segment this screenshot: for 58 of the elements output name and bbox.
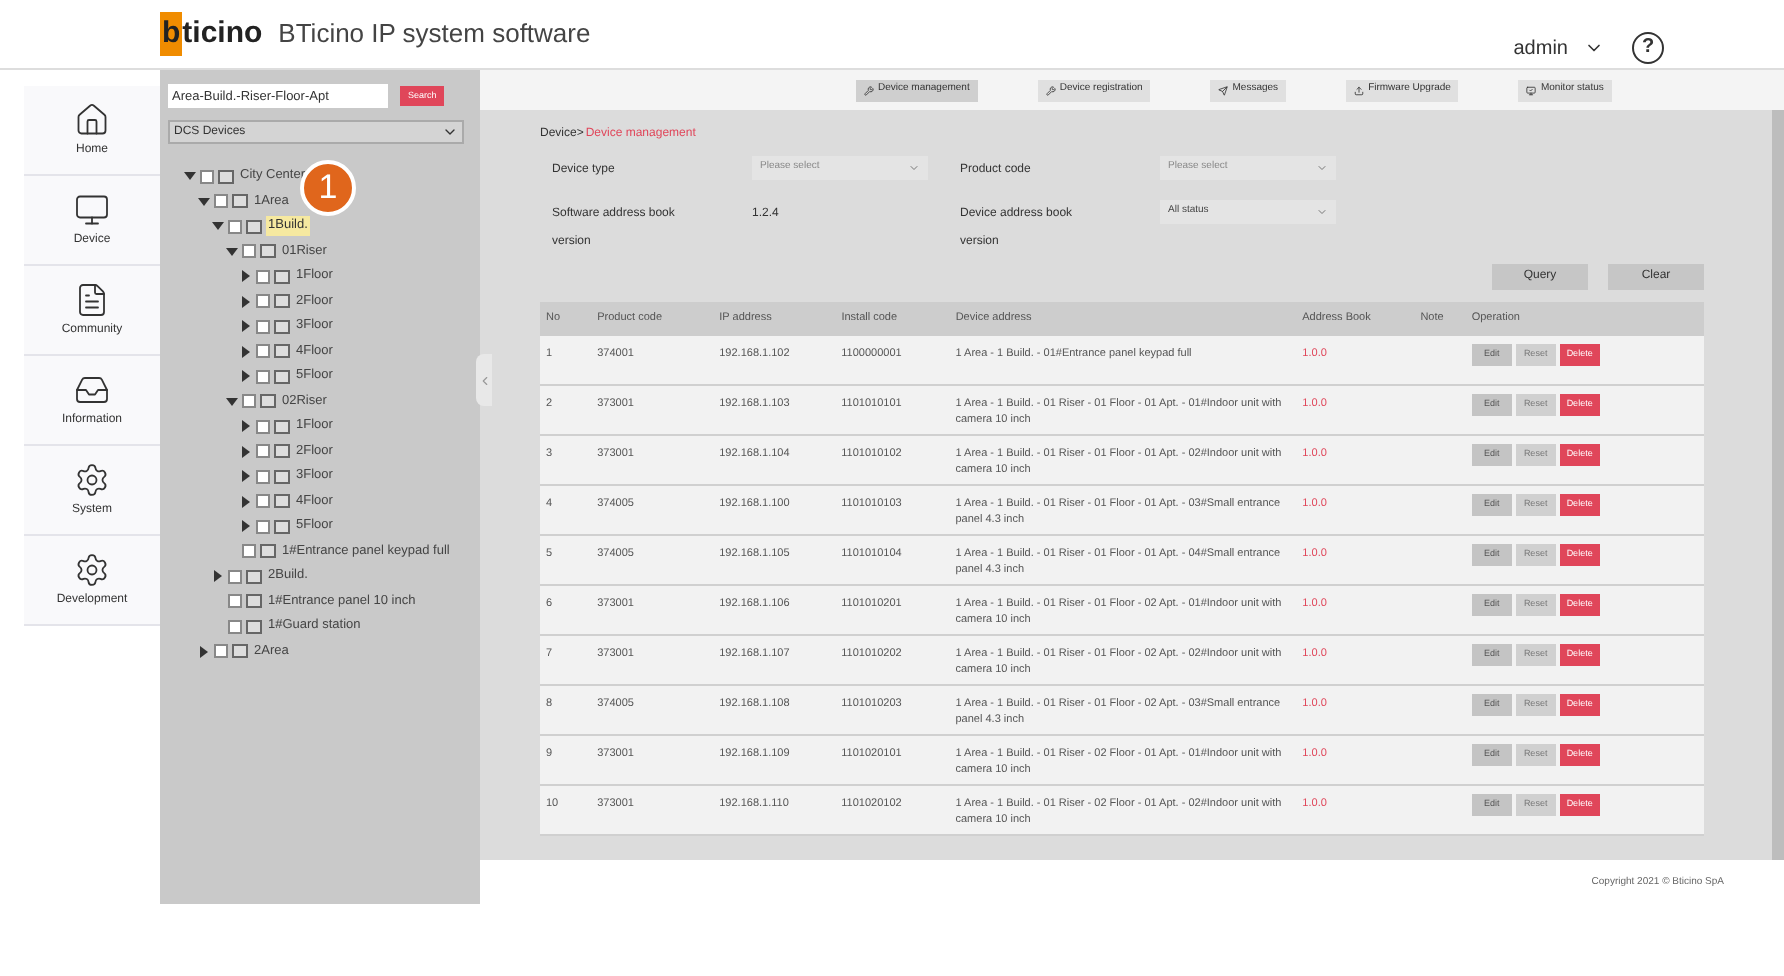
tree-checkbox[interactable] [228, 569, 242, 584]
chevron-down-icon [908, 162, 920, 174]
monitor-icon [1526, 85, 1537, 95]
collapsed-arrow-icon[interactable] [240, 370, 252, 383]
tree-checkbox[interactable] [214, 644, 228, 659]
tree-checkbox[interactable] [228, 619, 242, 634]
expanded-arrow-icon[interactable] [198, 195, 210, 208]
tree-checkbox[interactable] [256, 269, 270, 284]
upload-icon [1354, 85, 1365, 95]
collapsed-arrow-icon[interactable] [240, 495, 252, 508]
collapse-handle[interactable] [476, 354, 492, 406]
expanded-arrow-icon[interactable] [226, 245, 238, 258]
app-title: BTicino IP system software [278, 16, 591, 53]
collapsed-arrow-icon[interactable] [240, 470, 252, 483]
collapsed-arrow-icon[interactable] [240, 270, 252, 283]
tree-checkbox[interactable] [256, 519, 270, 534]
expanded-arrow-icon[interactable] [212, 220, 224, 233]
gear-icon [74, 551, 110, 587]
tree-checkbox[interactable] [200, 169, 214, 184]
tree-checkbox[interactable] [256, 369, 270, 384]
wrench-icon [1045, 85, 1056, 95]
tray-icon [74, 371, 110, 407]
tree-checkbox[interactable] [256, 494, 270, 509]
monitor-icon [74, 191, 110, 227]
tree-checkbox[interactable] [256, 419, 270, 434]
document-icon [74, 281, 110, 317]
chevron-down-icon [442, 124, 458, 140]
tree-checkbox[interactable] [256, 469, 270, 484]
collapsed-arrow-icon[interactable] [240, 295, 252, 308]
tree-checkbox[interactable] [256, 319, 270, 334]
tree-checkbox[interactable] [256, 444, 270, 459]
expanded-arrow-icon[interactable] [226, 395, 238, 408]
collapsed-arrow-icon[interactable] [240, 345, 252, 358]
chevron-down-icon [1316, 162, 1328, 174]
collapsed-arrow-icon[interactable] [198, 645, 210, 658]
chevron-left-icon [477, 373, 491, 387]
collapsed-arrow-icon[interactable] [240, 320, 252, 333]
logo: bticino [160, 11, 263, 57]
collapsed-arrow-icon[interactable] [240, 420, 252, 433]
tree-checkbox[interactable] [214, 194, 228, 209]
wrench-icon [864, 85, 874, 95]
expanded-arrow-icon[interactable] [184, 170, 196, 183]
collapsed-arrow-icon[interactable] [212, 570, 224, 583]
tree-checkbox[interactable] [256, 294, 270, 309]
tree-checkbox[interactable] [228, 219, 242, 234]
collapsed-arrow-icon[interactable] [240, 445, 252, 458]
send-icon [1218, 85, 1229, 95]
chevron-down-icon [1316, 206, 1328, 218]
tree-checkbox[interactable] [242, 244, 256, 259]
tree-checkbox[interactable] [228, 594, 242, 609]
tree-checkbox[interactable] [256, 344, 270, 359]
gear-icon [74, 461, 110, 497]
tree-checkbox[interactable] [242, 394, 256, 409]
help-button[interactable]: ? [1632, 32, 1664, 64]
collapsed-arrow-icon[interactable] [240, 520, 252, 533]
tree-checkbox[interactable] [242, 544, 256, 559]
home-icon [74, 101, 110, 137]
user-menu[interactable]: admin [1513, 33, 1604, 63]
